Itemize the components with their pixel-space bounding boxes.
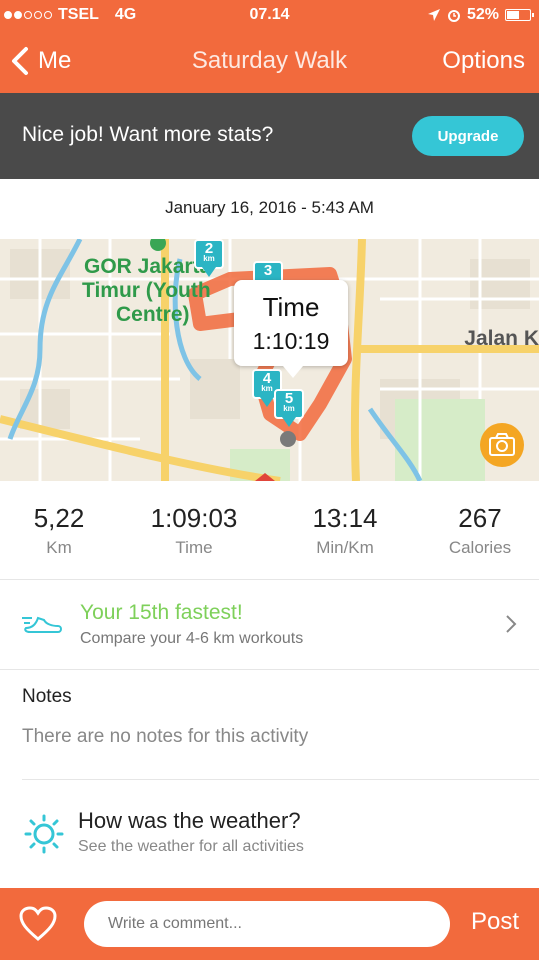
camera-icon [489,433,515,456]
banner-message: Nice job! Want more stats? [22,123,274,146]
km-marker-2[interactable]: 2 km [194,239,224,277]
status-right: 52% [427,6,534,24]
fastest-row[interactable]: Your 15th fastest! Compare your 4-6 km w… [0,580,539,670]
fastest-title: Your 15th fastest! [80,601,243,624]
upgrade-banner: Nice job! Want more stats? Upgrade [0,93,539,179]
weather-title: How was the weather? [78,808,301,833]
options-button[interactable]: Options [442,47,525,75]
notes-body[interactable]: There are no notes for this activity [22,726,308,748]
activity-date: January 16, 2016 - 5:43 AM [165,198,374,217]
shoe-icon [22,616,62,633]
comment-bar: Write a comment... Post [0,888,539,960]
alarm-icon [447,10,460,22]
sun-icon [24,814,64,854]
fastest-subtitle: Compare your 4-6 km workouts [80,630,304,647]
route-map[interactable]: GOR Jakarta Timur (Youth Centre) Jalan K… [0,239,539,481]
battery-percent: 52% [466,6,499,23]
header: TSEL 4G 07.14 52% Me Saturday Walk Optio… [0,0,539,93]
nav-bar: Me Saturday Walk Options [0,36,539,86]
weather-subtitle: See the weather for all activities [78,838,304,855]
tooltip-value: 1:10:19 [252,328,330,354]
chevron-right-icon [506,615,517,633]
stat-calories: 267 Calories [448,503,512,557]
weather-row[interactable]: How was the weather? See the weather for… [0,780,539,888]
stat-distance: 5,22 Km [33,503,85,557]
notes-heading: Notes [22,686,72,707]
time-tooltip: Time 1:10:19 [234,280,348,378]
km-marker-5[interactable]: 5 km [274,389,304,427]
activity-stats: 5,22 Km 1:09:03 Time 13:14 Min/Km 267 Calori… [0,481,539,580]
battery-icon [505,9,534,21]
post-button[interactable]: Post [471,908,519,936]
place-label: GOR Jakarta Timur (Youth Centre) [82,255,212,326]
comment-input[interactable]: Write a comment... [84,901,450,947]
status-bar: TSEL 4G 07.14 52% [0,0,539,30]
stat-time: 1:09:03 Time [150,503,238,557]
upgrade-button[interactable]: Upgrade [412,116,524,156]
location-arrow-icon [427,9,440,21]
stat-pace: 13:14 Min/Km [312,503,378,557]
heart-icon[interactable] [18,905,58,943]
camera-button[interactable] [480,423,524,467]
tooltip-label: Time [262,292,320,322]
road-label: Jalan K [464,327,539,350]
